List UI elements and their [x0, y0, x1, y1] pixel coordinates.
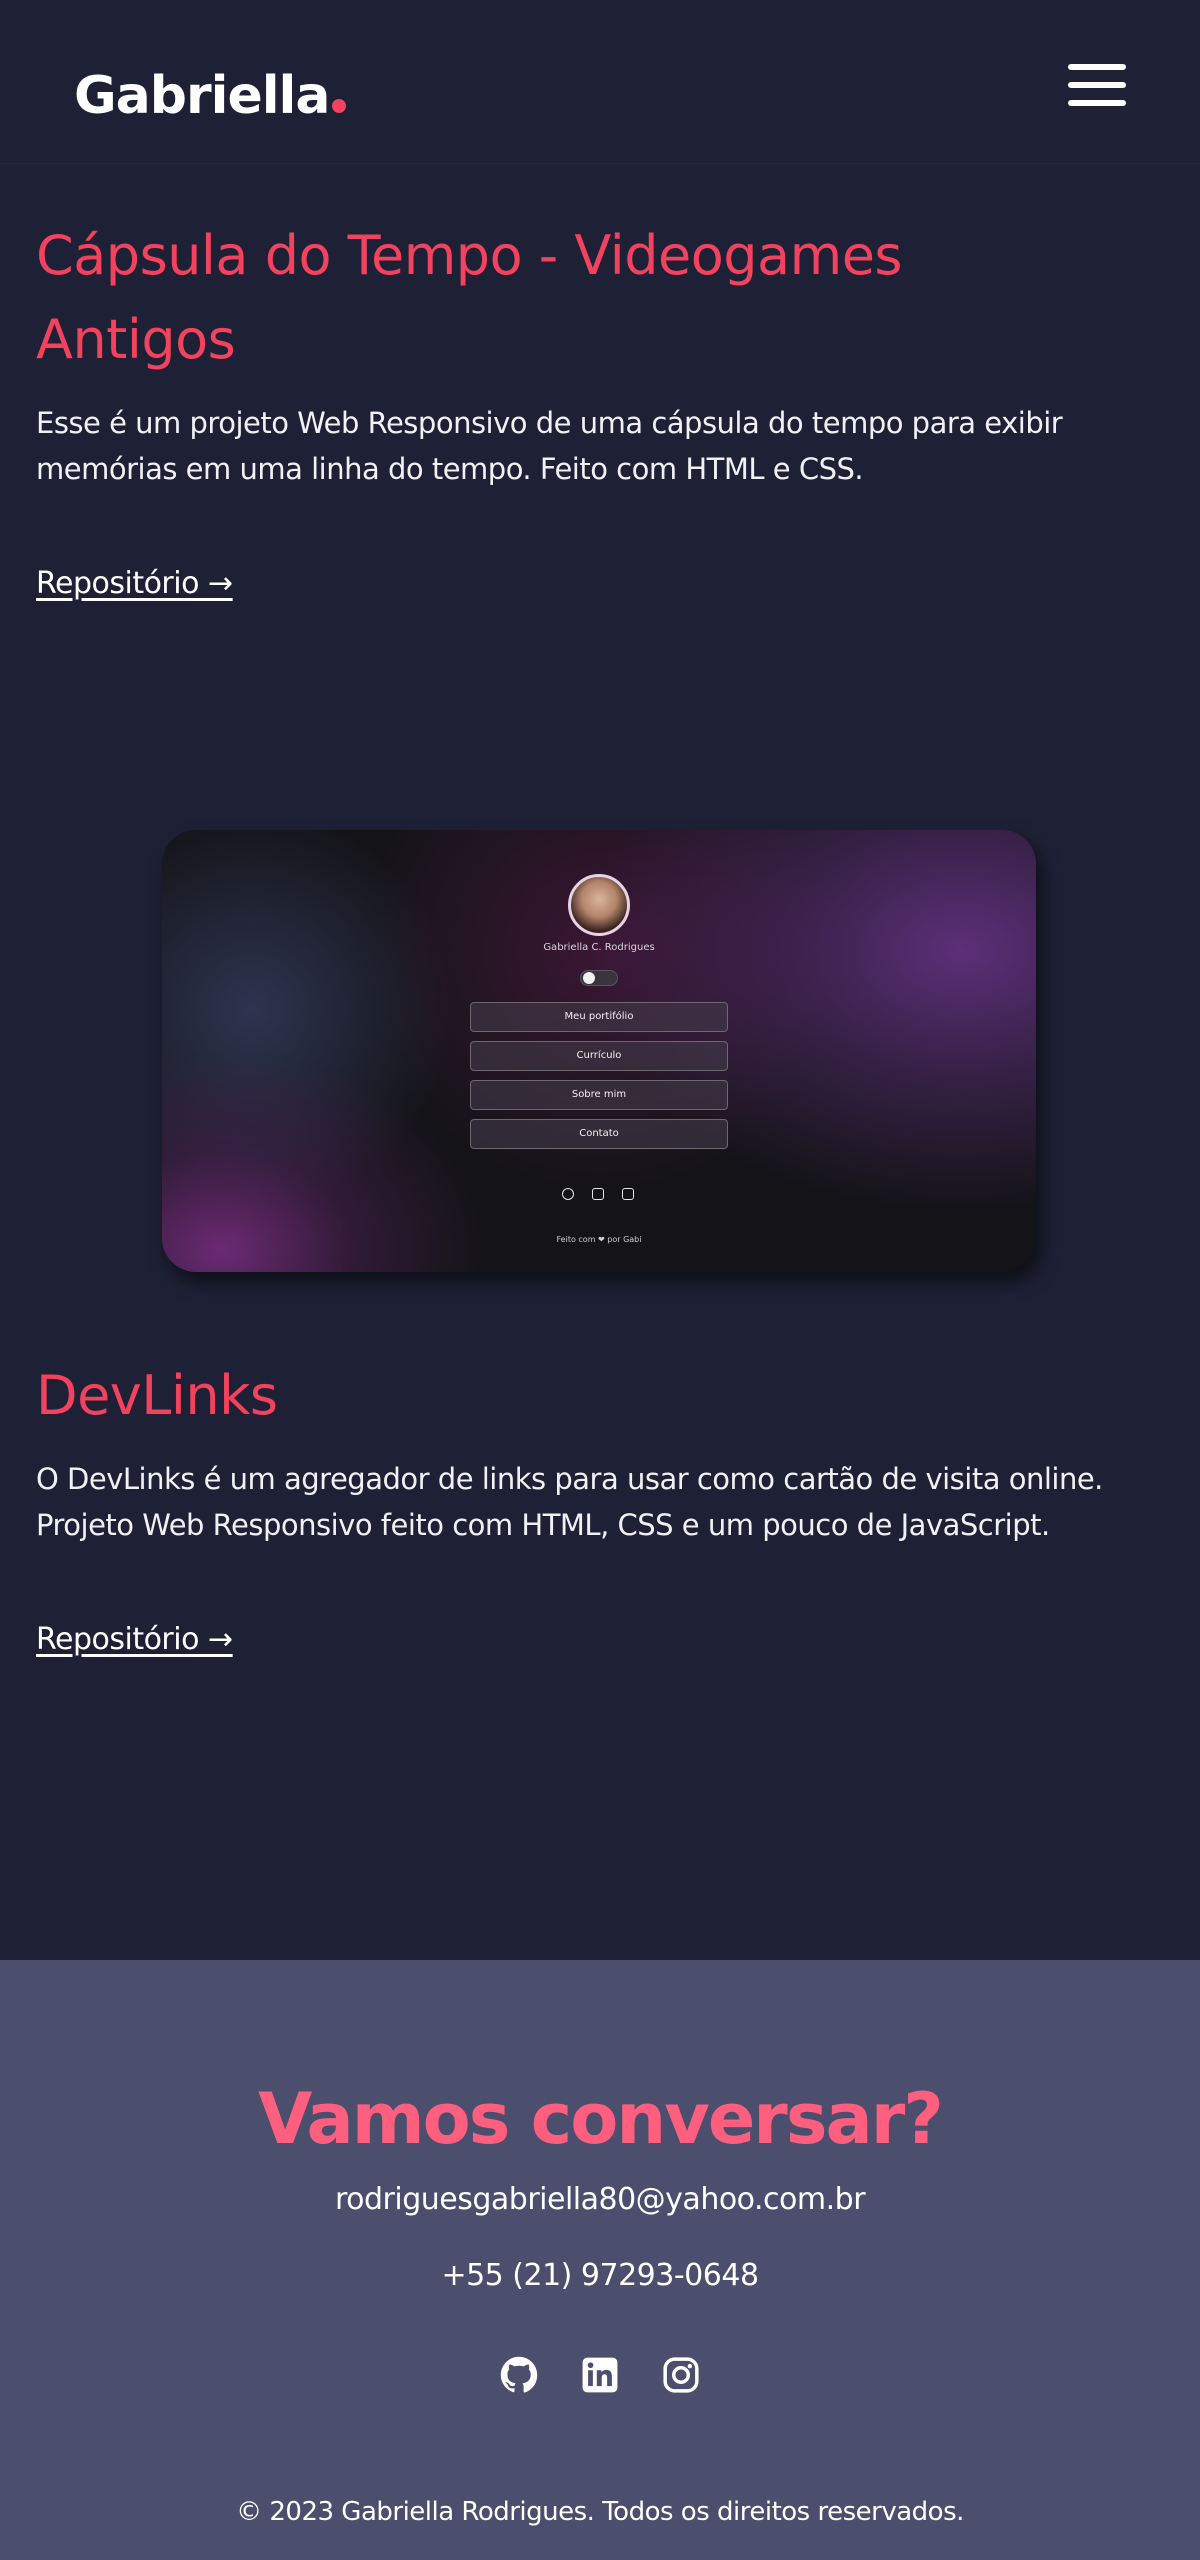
linkedin-icon	[622, 1188, 634, 1200]
hamburger-menu-icon[interactable]	[1068, 64, 1126, 106]
instagram-icon	[592, 1188, 604, 1200]
preview-name: Gabriella C. Rodrigues	[543, 942, 655, 953]
repository-link[interactable]: Repositório →	[36, 1622, 233, 1657]
menu-bar	[1068, 100, 1126, 106]
menu-bar	[1068, 82, 1126, 88]
theme-toggle	[580, 970, 618, 986]
preview-footer: Feito com ❤ por Gabi	[556, 1235, 642, 1244]
instagram-icon[interactable]	[662, 2356, 700, 2394]
github-icon	[562, 1188, 574, 1200]
project-description-line: memórias em uma linha do tempo. Feito co…	[36, 452, 864, 486]
project-title-line: Cápsula do Tempo - Videogames	[36, 224, 903, 287]
project-title-line: Antigos	[36, 308, 236, 371]
logo-text: Gabriella	[74, 66, 330, 126]
social-links	[0, 2356, 1200, 2396]
project-description-line: Projeto Web Responsivo feito com HTML, C…	[36, 1508, 1050, 1542]
contact-email[interactable]: rodriguesgabriella80@yahoo.com.br	[0, 2182, 1200, 2217]
site-header: Gabriella	[0, 0, 1200, 164]
github-icon[interactable]	[500, 2356, 538, 2394]
logo-dot	[332, 99, 347, 113]
repository-link[interactable]: Repositório →	[36, 566, 233, 601]
preview-link-button: Meu portifólio	[470, 1002, 728, 1032]
devlinks-preview-image: Gabriella C. Rodrigues Meu portifólio Cu…	[162, 830, 1036, 1272]
contact-section: Vamos conversar? rodriguesgabriella80@ya…	[0, 1960, 1200, 2560]
project-description-line: O DevLinks é um agregador de links para …	[36, 1462, 1103, 1496]
copyright-text: © 2023 Gabriella Rodrigues. Todos os dir…	[236, 2497, 964, 2527]
project-title: Cápsula do Tempo - Videogames Antigos	[36, 214, 1136, 382]
project-description: Esse é um projeto Web Responsivo de uma …	[36, 400, 1136, 492]
preview-link-button: Sobre mim	[470, 1080, 728, 1110]
project-description: O DevLinks é um agregador de links para …	[36, 1456, 1136, 1548]
menu-bar	[1068, 64, 1126, 70]
project-title: DevLinks	[36, 1364, 278, 1427]
avatar	[568, 874, 630, 936]
project-description-line: Esse é um projeto Web Responsivo de uma …	[36, 406, 1063, 440]
logo[interactable]: Gabriella	[74, 66, 347, 126]
contact-title: Vamos conversar?	[258, 2078, 944, 2160]
preview-link-button: Currículo	[470, 1041, 728, 1071]
linkedin-icon[interactable]	[581, 2356, 619, 2394]
contact-phone[interactable]: +55 (21) 97293-0648	[0, 2258, 1200, 2293]
preview-link-button: Contato	[470, 1119, 728, 1149]
